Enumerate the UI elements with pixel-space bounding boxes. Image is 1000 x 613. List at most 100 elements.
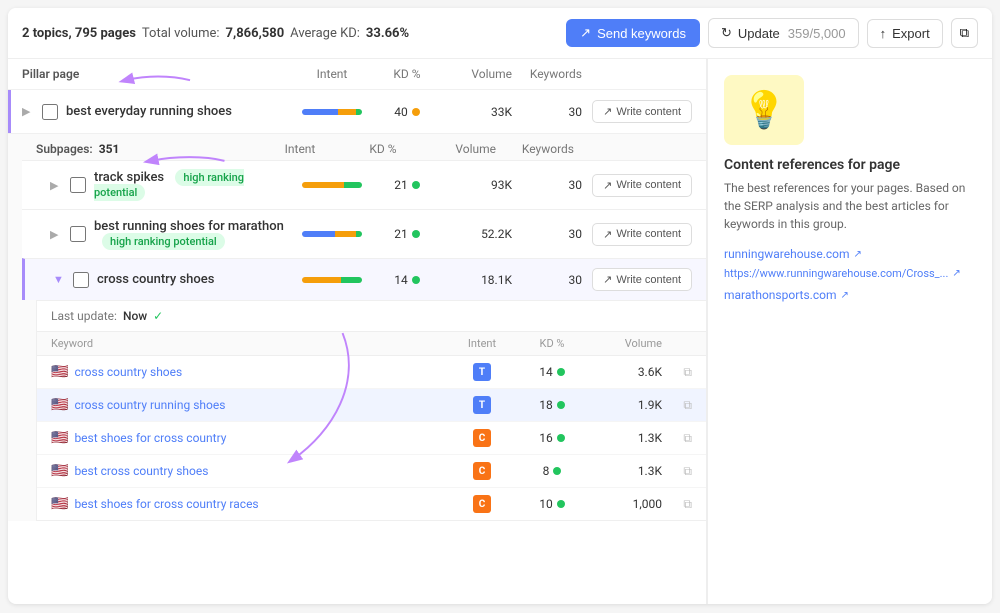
content-ref-illustration: 💡 bbox=[724, 75, 804, 145]
track-spikes-expander[interactable]: ▶ bbox=[50, 179, 70, 192]
copy-icon-0[interactable]: ⧉ bbox=[662, 365, 692, 380]
write-icon-4: ↗ bbox=[603, 273, 612, 286]
right-panel: 💡 Content references for page The best r… bbox=[707, 59, 992, 604]
kw-vol-3: 1.3K bbox=[592, 464, 662, 478]
marathon-keywords: 30 bbox=[512, 227, 582, 241]
kw-row-1: 🇺🇸 cross country running shoes T 18 1.9K… bbox=[37, 389, 706, 422]
pillar-row-name: best everyday running shoes bbox=[66, 104, 292, 119]
pillar-label: Pillar page bbox=[22, 67, 79, 81]
copy-icon-3[interactable]: ⧉ bbox=[662, 464, 692, 479]
content-ref-desc: The best references for your pages. Base… bbox=[724, 179, 976, 233]
kw-intent-3: C bbox=[452, 462, 512, 480]
kw-row-3: 🇺🇸 best cross country shoes C 8 1.3K ⧉ bbox=[37, 455, 706, 488]
pillar-row-checkbox[interactable] bbox=[42, 104, 58, 120]
update-button[interactable]: ↻ Update 359/5,000 bbox=[708, 18, 859, 48]
sub-kd-col: KD % bbox=[348, 142, 418, 156]
sub-intent-col: Intent bbox=[260, 142, 340, 156]
pillar-write-button[interactable]: ↗ Write content bbox=[592, 100, 692, 123]
track-spikes-checkbox[interactable] bbox=[70, 177, 86, 193]
kw-link-2[interactable]: 🇺🇸 best shoes for cross country bbox=[51, 430, 452, 446]
ref-link-domain-1: marathonsports.com bbox=[724, 288, 836, 302]
expanded-keywords-panel: Last update: Now ✓ Keyword Intent KD % V… bbox=[36, 300, 706, 521]
flag-3: 🇺🇸 bbox=[51, 463, 68, 479]
kd-label: Average KD: bbox=[290, 26, 360, 41]
cross-country-write-button[interactable]: ↗ Write content bbox=[592, 268, 692, 291]
ref-link-1[interactable]: marathonsports.com ↗ bbox=[724, 288, 976, 302]
pillar-volume-col: Volume bbox=[442, 67, 512, 81]
intent-badge-1: T bbox=[473, 396, 491, 414]
marathon-intent bbox=[292, 231, 372, 237]
kw-vol-1: 1.9K bbox=[592, 398, 662, 412]
check-icon: ✓ bbox=[153, 309, 163, 323]
send-keywords-button[interactable]: ↗ Send keywords bbox=[566, 19, 700, 47]
pillar-row: ▶ best everyday running shoes 40 33K 30 bbox=[8, 89, 706, 134]
kw-intent-2: C bbox=[452, 429, 512, 447]
kd-value: 33.66% bbox=[366, 26, 409, 41]
intent-badge-0: T bbox=[473, 363, 491, 381]
track-spikes-dot bbox=[412, 181, 420, 189]
expanded-col-headers: Keyword Intent KD % Volume bbox=[37, 332, 706, 356]
track-spikes-intent bbox=[292, 182, 372, 188]
track-spikes-volume: 93K bbox=[442, 178, 512, 192]
ref-link-0[interactable]: runningwarehouse.com ↗ bbox=[724, 247, 976, 261]
flag-1: 🇺🇸 bbox=[51, 397, 68, 413]
track-spikes-action: ↗ Write content bbox=[582, 174, 692, 197]
kw-vol-0: 3.6K bbox=[592, 365, 662, 379]
kw-link-0[interactable]: 🇺🇸 cross country shoes bbox=[51, 364, 452, 380]
intent-badge-3: C bbox=[473, 462, 491, 480]
copy-icon-1[interactable]: ⧉ bbox=[662, 398, 692, 413]
kw-row-2: 🇺🇸 best shoes for cross country C 16 1.3… bbox=[37, 422, 706, 455]
export-icon: ↑ bbox=[880, 26, 887, 41]
ref-link-domain-0: runningwarehouse.com bbox=[724, 247, 850, 261]
kd-dot-3 bbox=[553, 467, 561, 475]
subpage-row-track-spikes: ▶ track spikes high ranking potential 21 bbox=[22, 160, 706, 209]
marathon-write-button[interactable]: ↗ Write content bbox=[592, 223, 692, 246]
track-spikes-write-button[interactable]: ↗ Write content bbox=[592, 174, 692, 197]
track-spikes-kd: 21 bbox=[372, 178, 442, 192]
ref-url-ext-0: ↗ bbox=[952, 268, 960, 279]
kd-dot-0 bbox=[557, 368, 565, 376]
topics-pages-stat: 2 topics, 795 pages bbox=[22, 26, 136, 41]
kw-kd-1: 18 bbox=[512, 398, 592, 412]
cross-country-action: ↗ Write content bbox=[582, 268, 692, 291]
copy-button[interactable]: ⧉ bbox=[951, 18, 978, 48]
subpages-label: Subpages: bbox=[36, 142, 93, 156]
marathon-expander[interactable]: ▶ bbox=[50, 228, 70, 241]
kw-col-keyword: Keyword bbox=[51, 337, 452, 350]
kw-kd-0: 14 bbox=[512, 365, 592, 379]
kw-intent-4: C bbox=[452, 495, 512, 513]
subpages-count: 351 bbox=[99, 142, 120, 156]
kw-link-1[interactable]: 🇺🇸 cross country running shoes bbox=[51, 397, 452, 413]
flag-4: 🇺🇸 bbox=[51, 496, 68, 512]
marathon-badge: high ranking potential bbox=[102, 233, 225, 250]
ref-link-ext-1: ↗ bbox=[840, 290, 848, 301]
subpages-section: Subpages: 351 Intent KD % Volume Keyword… bbox=[8, 134, 706, 521]
pillar-row-expander[interactable]: ▶ bbox=[22, 105, 42, 118]
copy-icon-4[interactable]: ⧉ bbox=[662, 497, 692, 512]
copy-icon-2[interactable]: ⧉ bbox=[662, 431, 692, 446]
intent-badge-4: C bbox=[473, 495, 491, 513]
kw-intent-0: T bbox=[452, 363, 512, 381]
pillar-row-action: ↗ Write content bbox=[582, 100, 692, 123]
cross-country-expander[interactable]: ▼ bbox=[53, 273, 73, 286]
pillar-section-header: Pillar page Intent KD % Volume Keywords bbox=[8, 59, 706, 89]
ref-link-ext-0: ↗ bbox=[854, 249, 862, 260]
cross-country-name: cross country shoes bbox=[97, 272, 292, 287]
kw-row-4: 🇺🇸 best shoes for cross country races C … bbox=[37, 488, 706, 520]
pillar-row-volume: 33K bbox=[442, 105, 512, 119]
export-button[interactable]: ↑ Export bbox=[867, 19, 943, 48]
last-update-value: Now bbox=[123, 309, 147, 323]
volume-label: Total volume: bbox=[142, 26, 220, 41]
cross-country-intent bbox=[292, 277, 372, 283]
cross-country-checkbox[interactable] bbox=[73, 272, 89, 288]
kw-link-3[interactable]: 🇺🇸 best cross country shoes bbox=[51, 463, 452, 479]
marathon-checkbox[interactable] bbox=[70, 226, 86, 242]
kw-col-kd: KD % bbox=[512, 337, 592, 350]
kw-vol-2: 1.3K bbox=[592, 431, 662, 445]
marathon-name: best running shoes for marathon high ran… bbox=[94, 219, 292, 249]
cross-country-kd: 14 bbox=[372, 273, 442, 287]
ref-link-url-0[interactable]: https://www.runningwarehouse.com/Cross_.… bbox=[724, 267, 976, 280]
stats-bar: 2 topics, 795 pages Total volume: 7,866,… bbox=[22, 26, 550, 41]
kw-link-4[interactable]: 🇺🇸 best shoes for cross country races bbox=[51, 496, 452, 512]
kw-name-3: best cross country shoes bbox=[74, 464, 208, 478]
